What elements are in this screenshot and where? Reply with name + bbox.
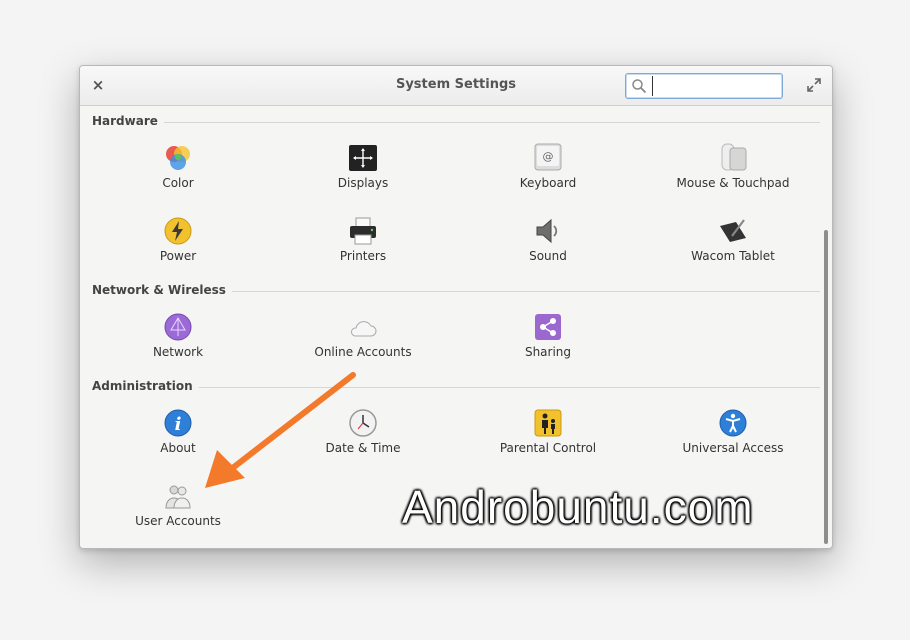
power-icon	[164, 217, 192, 245]
plug-color[interactable]: Color	[98, 143, 258, 205]
displays-label: Displays	[337, 176, 389, 190]
printer-icon	[350, 217, 376, 245]
keyboard-icon: @	[534, 143, 562, 171]
plug-network[interactable]: Network	[98, 312, 258, 374]
plug-sharing[interactable]: Sharing	[468, 312, 628, 374]
online-accounts-label: Online Accounts	[314, 345, 412, 359]
plug-online-accounts[interactable]: Online Accounts	[283, 312, 443, 374]
display-icon	[349, 145, 377, 171]
section-header-network: Network & Wireless	[92, 283, 820, 299]
search-input[interactable]	[652, 76, 781, 96]
plug-wacom-tablet[interactable]: Wacom Tablet	[653, 216, 813, 278]
speaker-icon	[536, 218, 558, 244]
plug-printers[interactable]: Printers	[283, 216, 443, 278]
title-bar: × System Settings	[80, 66, 832, 106]
mouse-icon	[721, 143, 747, 171]
cloud-icon	[351, 321, 377, 337]
sharing-label: Sharing	[524, 345, 572, 359]
wacom-label: Wacom Tablet	[691, 249, 775, 263]
network-icon	[164, 313, 192, 341]
user-accounts-label: User Accounts	[135, 514, 221, 528]
search-box[interactable]	[625, 73, 783, 99]
printers-label: Printers	[339, 249, 387, 263]
scrollbar[interactable]	[824, 230, 828, 544]
network-label: Network	[152, 345, 204, 359]
maximize-icon[interactable]	[806, 77, 822, 93]
share-icon	[535, 314, 561, 340]
plug-keyboard[interactable]: @ Keyboard	[468, 143, 628, 205]
section-header-hardware: Hardware	[92, 114, 820, 130]
annotation-arrow	[205, 372, 356, 488]
users-icon	[165, 485, 191, 509]
watermark-text: Androbuntu.com	[402, 481, 754, 533]
color-icon	[166, 146, 190, 170]
color-label: Color	[162, 176, 194, 190]
tablet-icon	[720, 219, 746, 242]
svg-text:i: i	[175, 414, 182, 435]
mouse-label: Mouse & Touchpad	[676, 176, 790, 190]
power-label: Power	[159, 249, 197, 263]
universal-access-label: Universal Access	[682, 441, 784, 455]
parental-label: Parental Control	[499, 441, 597, 455]
svg-text:@: @	[543, 150, 554, 163]
plug-universal-access[interactable]: Universal Access	[653, 408, 813, 470]
system-settings-window: × System Settings Hardware Color Display…	[79, 65, 833, 549]
sound-label: Sound	[529, 249, 567, 263]
plug-parental-control[interactable]: Parental Control	[468, 408, 628, 470]
plug-sound[interactable]: Sound	[468, 216, 628, 278]
search-icon	[632, 79, 647, 94]
accessibility-icon	[719, 409, 747, 437]
keyboard-label: Keyboard	[519, 176, 577, 190]
plug-power[interactable]: Power	[98, 216, 258, 278]
plug-mouse-touchpad[interactable]: Mouse & Touchpad	[653, 143, 813, 205]
info-icon: i	[164, 409, 192, 437]
plug-displays[interactable]: Displays	[283, 143, 443, 205]
parental-icon	[534, 409, 562, 437]
